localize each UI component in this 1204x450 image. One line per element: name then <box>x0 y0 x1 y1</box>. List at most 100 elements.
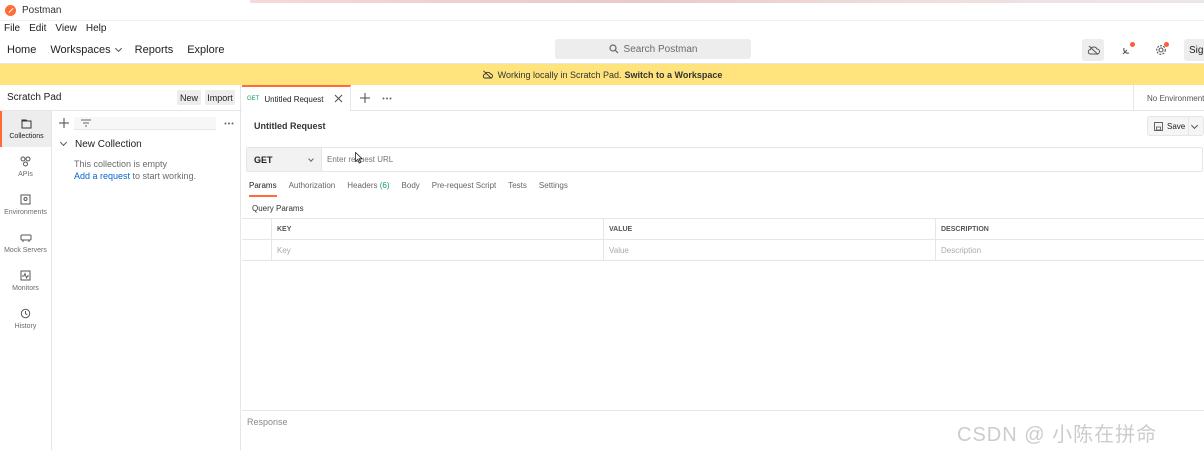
sidebar-item-environments[interactable]: Environments <box>0 187 51 223</box>
table-header-row: KEY VALUE DESCRIPTION <box>242 219 1204 240</box>
plus-icon[interactable] <box>59 118 69 128</box>
banner-text: Working locally in Scratch Pad. <box>497 69 622 80</box>
sidebar-item-mock-servers[interactable]: Mock Servers <box>0 225 51 261</box>
tab-params[interactable]: Params <box>249 181 277 197</box>
cloud-icon <box>1087 45 1100 55</box>
settings-notification-dot <box>1164 42 1169 47</box>
sync-button[interactable] <box>1082 39 1104 61</box>
top-navbar: Home Workspaces Reports Explore Search P… <box>0 36 1204 64</box>
title-bar-highlight <box>250 0 1204 3</box>
save-button[interactable]: Save <box>1147 116 1204 136</box>
scratchpad-banner: Working locally in Scratch Pad. Switch t… <box>0 64 1204 85</box>
search-placeholder: Search Postman <box>623 43 698 55</box>
workspace-name: Scratch Pad <box>7 92 62 103</box>
collections-filter-input[interactable] <box>74 117 216 130</box>
sidebar-item-label: History <box>14 323 37 330</box>
collection-empty-hint: Add a request to start working. <box>74 171 196 181</box>
mock-servers-icon <box>20 234 31 242</box>
tab-authorization[interactable]: Authorization <box>289 181 336 197</box>
mouse-cursor-icon <box>355 152 363 164</box>
method-value: GET <box>254 154 273 165</box>
postman-logo-icon <box>5 4 16 16</box>
tab-options-icon[interactable] <box>382 97 392 100</box>
search-icon <box>608 44 618 54</box>
sidebar-item-label: APIs <box>18 171 33 178</box>
collections-toolbar <box>52 114 241 132</box>
nav-home[interactable]: Home <box>7 44 36 56</box>
nav-explore[interactable]: Explore <box>187 44 224 56</box>
tab-headers-label: Headers <box>347 181 378 190</box>
request-tab-bar: GET Untitled Request No Environment <box>241 85 1204 111</box>
close-icon[interactable] <box>334 94 343 103</box>
collections-panel: New Collection This collection is empty … <box>52 111 241 450</box>
chevron-down-icon[interactable] <box>1190 121 1199 130</box>
description-input[interactable]: Description <box>935 240 1204 261</box>
capture-button[interactable] <box>1116 39 1138 61</box>
headers-count: (6) <box>379 181 390 190</box>
search-bar[interactable]: Search Postman <box>555 39 751 59</box>
method-select[interactable]: GET <box>247 148 322 171</box>
sign-in-button[interactable]: Sig <box>1184 39 1204 61</box>
tab-headers[interactable]: Headers (6) <box>347 181 389 197</box>
apis-icon <box>20 156 31 167</box>
watermark: CSDN @ 小陈在拼命 <box>957 424 1158 446</box>
nav-reports[interactable]: Reports <box>135 44 174 56</box>
chevron-down-icon <box>114 44 122 52</box>
sidebar-header: Scratch Pad New Import <box>0 85 241 111</box>
sidebar-icon-rail: Collections APIs Environments Mock Serve… <box>0 111 52 450</box>
sidebar-item-label: Mock Servers <box>4 246 47 254</box>
sidebar-item-label: Monitors <box>12 285 39 292</box>
save-divider <box>1188 116 1189 136</box>
menu-help[interactable]: Help <box>86 23 107 34</box>
response-label: Response <box>247 417 288 427</box>
request-subtabs: Params Authorization Headers (6) Body Pr… <box>249 181 580 197</box>
sidebar-item-apis[interactable]: APIs <box>0 149 51 185</box>
collections-icon <box>21 119 32 128</box>
column-header-key: KEY <box>271 219 603 240</box>
settings-button[interactable] <box>1150 39 1172 61</box>
column-header-description: DESCRIPTION <box>935 219 1204 240</box>
menu-edit[interactable]: Edit <box>29 23 46 34</box>
value-input[interactable]: Value <box>603 240 935 261</box>
sidebar-item-label: Collections <box>9 132 44 140</box>
add-request-suffix: to start working. <box>130 171 197 181</box>
environment-selector[interactable]: No Environment <box>1133 85 1204 111</box>
nav-workspaces[interactable]: Workspaces <box>50 43 122 56</box>
key-input[interactable]: Key <box>271 240 603 261</box>
sidebar-item-monitors[interactable]: Monitors <box>0 263 51 299</box>
url-input[interactable] <box>327 148 1187 171</box>
tab-untitled-request[interactable]: GET Untitled Request <box>242 85 351 111</box>
add-request-link[interactable]: Add a request <box>74 171 130 181</box>
request-title: Untitled Request <box>254 121 326 131</box>
menu-view[interactable]: View <box>55 23 77 34</box>
cloud-off-icon <box>482 70 493 79</box>
more-options-icon[interactable] <box>224 122 234 125</box>
tab-settings[interactable]: Settings <box>539 181 568 197</box>
sidebar-item-history[interactable]: History <box>0 301 51 337</box>
new-button[interactable]: New <box>177 90 201 105</box>
save-label: Save <box>1167 121 1186 131</box>
history-icon <box>20 308 31 319</box>
url-bar: GET <box>246 147 1203 172</box>
tab-prerequest-script[interactable]: Pre-request Script <box>432 181 496 197</box>
switch-workspace-link[interactable]: Switch to a Workspace <box>625 70 723 80</box>
tab-tests[interactable]: Tests <box>508 181 527 197</box>
menu-file[interactable]: File <box>4 23 20 34</box>
title-bar: Postman <box>0 0 1204 21</box>
new-tab-plus-icon[interactable] <box>360 93 370 103</box>
tab-label: Untitled Request <box>264 94 324 104</box>
nav-workspaces-label: Workspaces <box>50 43 111 56</box>
import-button[interactable]: Import <box>205 90 235 105</box>
sidebar-item-collections[interactable]: Collections <box>0 111 51 147</box>
collection-item[interactable]: New Collection <box>59 138 142 150</box>
tab-body[interactable]: Body <box>402 181 420 197</box>
tab-method: GET <box>247 96 260 102</box>
app-title: Postman <box>22 4 62 16</box>
chevron-down-icon <box>308 156 314 162</box>
chevron-down-icon[interactable] <box>59 138 68 147</box>
column-header-value: VALUE <box>603 219 935 240</box>
query-params-title: Query Params <box>252 204 304 213</box>
environments-icon <box>20 194 31 205</box>
monitors-icon <box>20 270 31 281</box>
table-row: Key Value Description <box>242 240 1204 261</box>
